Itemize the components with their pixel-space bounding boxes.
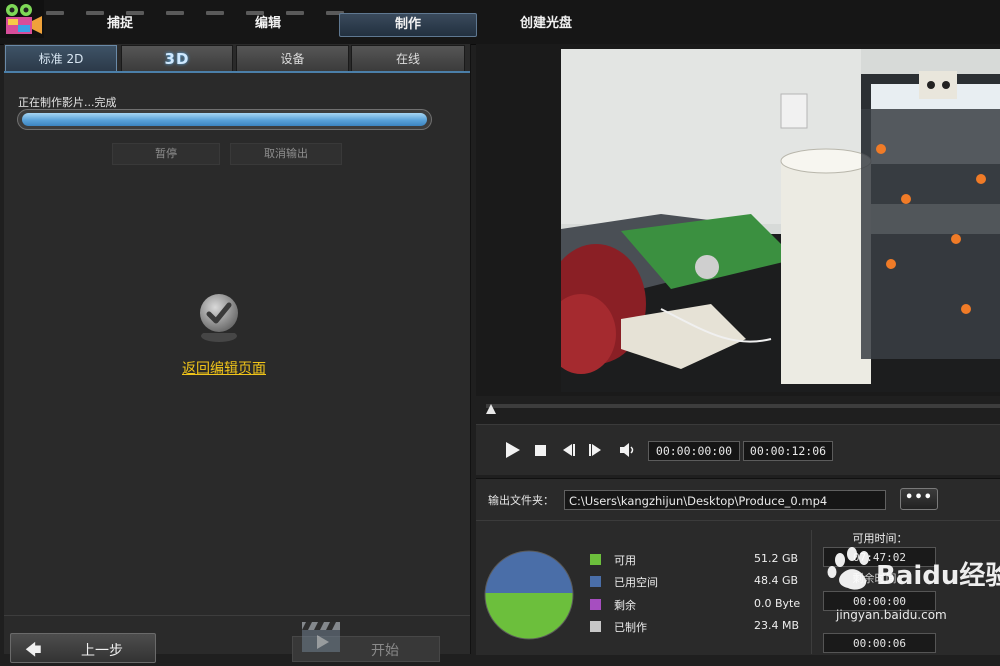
back-to-edit-link[interactable]: 返回编辑页面 bbox=[140, 358, 308, 378]
legend-swatch bbox=[590, 576, 601, 587]
pause-button[interactable]: 暂停 bbox=[112, 143, 220, 165]
current-time-display: 00:00:00:00 bbox=[648, 441, 740, 461]
stop-icon[interactable] bbox=[531, 440, 551, 460]
output-folder-label: 输出文件夹： bbox=[488, 494, 554, 507]
legend-swatch bbox=[590, 621, 601, 632]
production-status: 正在制作影片...完成 bbox=[18, 96, 117, 109]
output-divider bbox=[476, 520, 1000, 521]
available-time-field: 07:47:02 bbox=[823, 547, 936, 567]
produced-time-field: 00:00:06 bbox=[823, 633, 936, 653]
legend-value: 23.4 MB bbox=[754, 619, 800, 632]
output-path-field[interactable]: C:\Users\kangzhijun\Desktop\Produce_0.mp… bbox=[564, 490, 886, 510]
vertical-separator bbox=[811, 530, 812, 654]
legend-name: 剩余 bbox=[614, 599, 636, 612]
clapperboard-icon bbox=[302, 622, 340, 652]
mode-tab-create-disc[interactable]: 创建光盘 bbox=[500, 13, 592, 35]
mode-tab-edit[interactable]: 编辑 bbox=[228, 13, 308, 35]
legend-remaining: 剩余 0.0 Byte bbox=[590, 597, 804, 613]
tab-device[interactable]: 设备 bbox=[236, 45, 349, 72]
legend-value: 51.2 GB bbox=[754, 552, 799, 565]
seek-bar[interactable] bbox=[486, 404, 1000, 408]
progress-bar bbox=[17, 109, 432, 130]
remaining-time-label: 剩余时间： bbox=[852, 572, 908, 585]
previous-frame-icon[interactable] bbox=[558, 440, 578, 460]
disk-usage-pie bbox=[484, 550, 574, 640]
legend-swatch bbox=[590, 554, 601, 565]
legend-name: 可用 bbox=[614, 554, 636, 567]
legend-value: 48.4 GB bbox=[754, 574, 799, 587]
start-label: 开始 bbox=[371, 643, 399, 659]
total-time-display: 00:00:12:06 bbox=[743, 441, 833, 461]
volume-icon[interactable] bbox=[617, 440, 637, 460]
tab-3d[interactable]: 3D bbox=[121, 45, 233, 72]
tab-online[interactable]: 在线 bbox=[351, 45, 465, 72]
previous-step-button[interactable]: 🡄 上一步 bbox=[10, 633, 156, 663]
checkmark-reflection bbox=[201, 333, 237, 342]
footer-divider bbox=[4, 615, 470, 616]
watermark-url: jingyan.baidu.com bbox=[836, 608, 947, 622]
cancel-output-button[interactable]: 取消输出 bbox=[230, 143, 342, 165]
tab-underline bbox=[4, 71, 470, 73]
next-frame-icon[interactable] bbox=[586, 440, 606, 460]
legend-available: 可用 51.2 GB bbox=[590, 552, 804, 568]
legend-name: 已制作 bbox=[614, 621, 647, 634]
legend-swatch bbox=[590, 599, 601, 610]
legend-produced: 已制作 23.4 MB bbox=[590, 619, 804, 635]
produce-panel bbox=[4, 44, 471, 654]
browse-button[interactable]: ••• bbox=[900, 488, 938, 510]
video-preview bbox=[561, 49, 1000, 392]
mode-tab-capture[interactable]: 捕捉 bbox=[80, 13, 160, 35]
tab-3d-label: 3D bbox=[164, 50, 190, 68]
progress-fill bbox=[22, 113, 427, 126]
app-logo-icon bbox=[0, 0, 44, 38]
legend-used-space: 已用空间 48.4 GB bbox=[590, 574, 804, 590]
arrow-left-icon: 🡄 bbox=[25, 640, 42, 659]
play-icon[interactable] bbox=[502, 440, 522, 460]
seek-thumb[interactable] bbox=[486, 404, 496, 414]
checkmark-icon bbox=[200, 294, 238, 332]
legend-value: 0.0 Byte bbox=[754, 597, 801, 610]
legend-name: 已用空间 bbox=[614, 576, 658, 589]
tab-standard-2d[interactable]: 标准 2D bbox=[5, 45, 117, 72]
menu-strip bbox=[46, 0, 606, 15]
mode-tab-produce[interactable]: 制作 bbox=[339, 13, 477, 37]
available-time-label: 可用时间： bbox=[852, 532, 908, 545]
previous-step-label: 上一步 bbox=[81, 643, 123, 659]
